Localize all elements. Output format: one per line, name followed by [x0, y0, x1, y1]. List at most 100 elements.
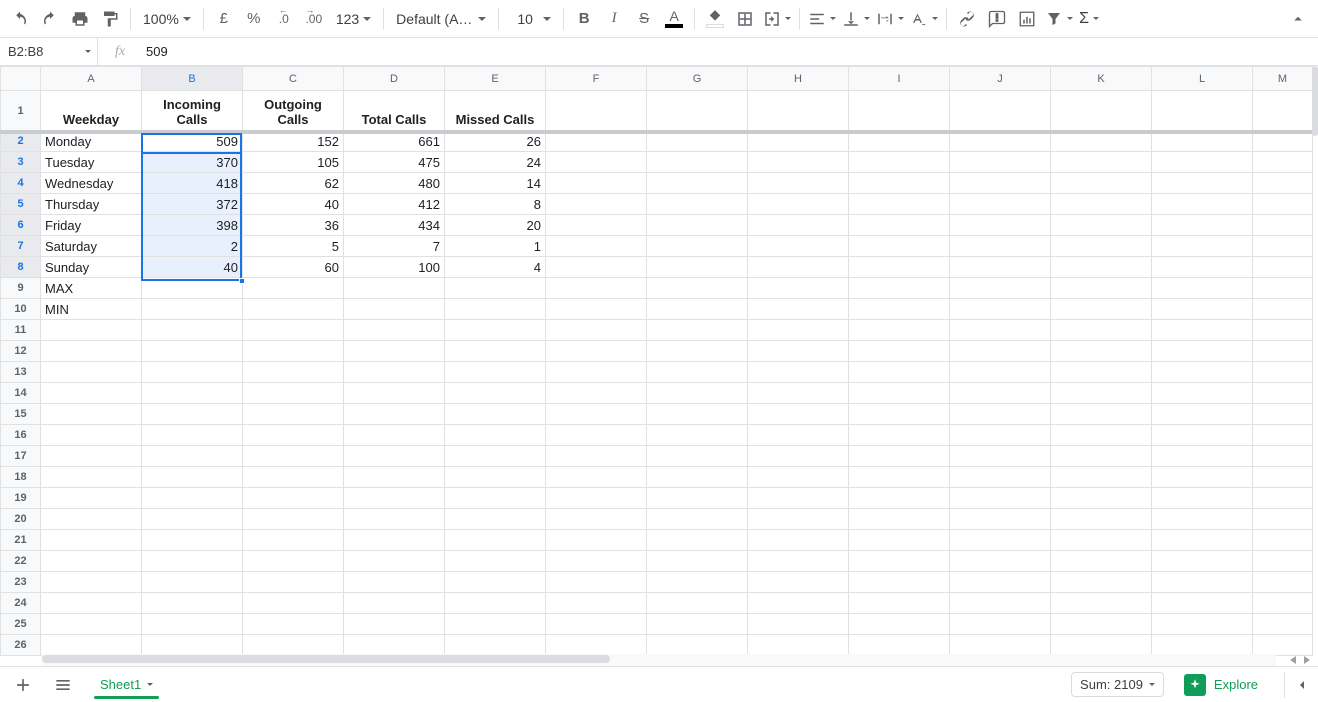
cell-M8[interactable]: [1253, 257, 1313, 278]
column-header-A[interactable]: A: [41, 67, 142, 91]
add-sheet-button[interactable]: [8, 670, 38, 700]
cell-H3[interactable]: [748, 152, 849, 173]
row-header-9[interactable]: 9: [1, 278, 41, 299]
insert-comment-button[interactable]: [983, 5, 1011, 33]
cell-J19[interactable]: [950, 488, 1051, 509]
horizontal-scrollbar[interactable]: [42, 654, 1276, 666]
row-header-21[interactable]: 21: [1, 530, 41, 551]
cell-K5[interactable]: [1051, 194, 1152, 215]
cell-M20[interactable]: [1253, 509, 1313, 530]
row-header-11[interactable]: 11: [1, 320, 41, 341]
cell-B12[interactable]: [142, 341, 243, 362]
cell-M19[interactable]: [1253, 488, 1313, 509]
cell-K16[interactable]: [1051, 425, 1152, 446]
cell-E19[interactable]: [445, 488, 546, 509]
cell-G5[interactable]: [647, 194, 748, 215]
filter-dropdown[interactable]: [1043, 5, 1075, 33]
cell-L12[interactable]: [1152, 341, 1253, 362]
borders-button[interactable]: [731, 5, 759, 33]
cell-A19[interactable]: [41, 488, 142, 509]
cell-A18[interactable]: [41, 467, 142, 488]
cell-J24[interactable]: [950, 593, 1051, 614]
cell-K9[interactable]: [1051, 278, 1152, 299]
cell-J17[interactable]: [950, 446, 1051, 467]
cell-I12[interactable]: [849, 341, 950, 362]
column-header-B[interactable]: B: [142, 67, 243, 91]
row-header-10[interactable]: 10: [1, 299, 41, 320]
cell-J26[interactable]: [950, 635, 1051, 656]
font-family-dropdown[interactable]: Default (Ari...: [390, 5, 492, 33]
cell-H21[interactable]: [748, 530, 849, 551]
row-header-2[interactable]: 2: [1, 131, 41, 152]
cell-K18[interactable]: [1051, 467, 1152, 488]
cell-C2[interactable]: 152: [243, 131, 344, 152]
cell-F14[interactable]: [546, 383, 647, 404]
cell-I4[interactable]: [849, 173, 950, 194]
cell-C16[interactable]: [243, 425, 344, 446]
row-header-17[interactable]: 17: [1, 446, 41, 467]
cell-L20[interactable]: [1152, 509, 1253, 530]
row-header-7[interactable]: 7: [1, 236, 41, 257]
cell-F20[interactable]: [546, 509, 647, 530]
cell-J22[interactable]: [950, 551, 1051, 572]
cell-I8[interactable]: [849, 257, 950, 278]
zoom-dropdown[interactable]: 100%: [137, 5, 197, 33]
cell-K4[interactable]: [1051, 173, 1152, 194]
cell-F12[interactable]: [546, 341, 647, 362]
cell-I15[interactable]: [849, 404, 950, 425]
functions-dropdown[interactable]: Σ: [1077, 5, 1101, 33]
cell-H4[interactable]: [748, 173, 849, 194]
cell-H25[interactable]: [748, 614, 849, 635]
cell-G19[interactable]: [647, 488, 748, 509]
cell-B8[interactable]: 40: [142, 257, 243, 278]
cell-A23[interactable]: [41, 572, 142, 593]
cell-I5[interactable]: [849, 194, 950, 215]
cell-J7[interactable]: [950, 236, 1051, 257]
cell-D6[interactable]: 434: [344, 215, 445, 236]
cell-G9[interactable]: [647, 278, 748, 299]
print-button[interactable]: [66, 5, 94, 33]
cell-A17[interactable]: [41, 446, 142, 467]
cell-J18[interactable]: [950, 467, 1051, 488]
cell-D3[interactable]: 475: [344, 152, 445, 173]
cell-J10[interactable]: [950, 299, 1051, 320]
cell-B24[interactable]: [142, 593, 243, 614]
cell-G21[interactable]: [647, 530, 748, 551]
cell-J25[interactable]: [950, 614, 1051, 635]
cell-K22[interactable]: [1051, 551, 1152, 572]
cell-M4[interactable]: [1253, 173, 1313, 194]
cell-J5[interactable]: [950, 194, 1051, 215]
cell-M6[interactable]: [1253, 215, 1313, 236]
cell-G4[interactable]: [647, 173, 748, 194]
cell-L21[interactable]: [1152, 530, 1253, 551]
cell-K10[interactable]: [1051, 299, 1152, 320]
cell-F25[interactable]: [546, 614, 647, 635]
cell-C20[interactable]: [243, 509, 344, 530]
cell-K21[interactable]: [1051, 530, 1152, 551]
horizontal-scroll-thumb[interactable]: [42, 655, 610, 663]
cell-E8[interactable]: 4: [445, 257, 546, 278]
cell-J8[interactable]: [950, 257, 1051, 278]
cell-M3[interactable]: [1253, 152, 1313, 173]
cell-A3[interactable]: Tuesday: [41, 152, 142, 173]
cell-H13[interactable]: [748, 362, 849, 383]
scroll-left-icon[interactable]: [1290, 656, 1296, 664]
strikethrough-button[interactable]: S: [630, 5, 658, 33]
cell-M9[interactable]: [1253, 278, 1313, 299]
cell-J16[interactable]: [950, 425, 1051, 446]
row-header-23[interactable]: 23: [1, 572, 41, 593]
cell-G8[interactable]: [647, 257, 748, 278]
cell-M21[interactable]: [1253, 530, 1313, 551]
cell-F3[interactable]: [546, 152, 647, 173]
cell-G3[interactable]: [647, 152, 748, 173]
cell-I6[interactable]: [849, 215, 950, 236]
cell-H8[interactable]: [748, 257, 849, 278]
cell-D19[interactable]: [344, 488, 445, 509]
cell-M16[interactable]: [1253, 425, 1313, 446]
vertical-scroll-indicator[interactable]: [1312, 66, 1318, 136]
cell-K20[interactable]: [1051, 509, 1152, 530]
cell-I14[interactable]: [849, 383, 950, 404]
cell-F23[interactable]: [546, 572, 647, 593]
cell-D7[interactable]: 7: [344, 236, 445, 257]
cell-L26[interactable]: [1152, 635, 1253, 656]
